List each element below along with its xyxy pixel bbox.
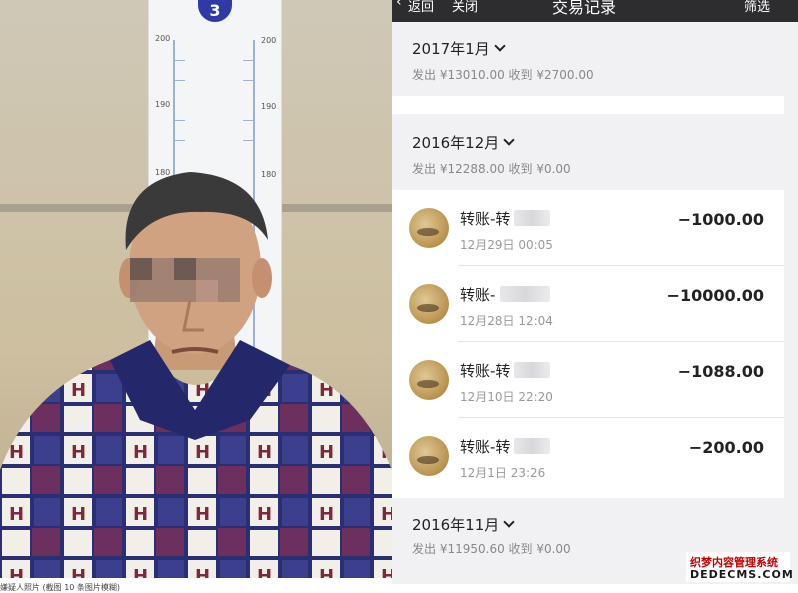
transaction-row[interactable]: 转账-转 12月1日 23:26 −200.00 xyxy=(392,418,784,494)
transaction-time: 12月10日 22:20 xyxy=(460,390,553,404)
back-chevron-icon[interactable]: ‹ xyxy=(396,0,402,10)
transaction-amount: −1000.00 xyxy=(677,210,764,229)
blurred-name xyxy=(514,210,550,226)
transaction-screen: ‹ 返回 关闭 交易记录 筛选 2017年1月 发出 ¥13010.00 收到 … xyxy=(392,0,798,584)
suspect-photo: 200 190 180 200 190 180 3 H xyxy=(0,0,392,584)
chevron-down-icon xyxy=(503,516,515,528)
transaction-name: 转账-转 xyxy=(460,210,511,228)
filter-button[interactable]: 筛选 xyxy=(744,0,770,15)
person-figure: H xyxy=(0,172,392,584)
transaction-time: 12月1日 23:26 xyxy=(460,466,546,480)
transaction-row[interactable]: 转账-转 12月10日 22:20 −1088.00 xyxy=(392,342,784,418)
close-button[interactable]: 关闭 xyxy=(452,0,478,15)
photo-caption: 嫌疑人照片 (截图 10 条图片模糊) xyxy=(0,583,121,592)
avatar xyxy=(409,436,449,476)
month-summary: 发出 ¥12288.00 收到 ¥0.00 xyxy=(412,162,571,176)
avatar xyxy=(409,360,449,400)
transaction-name: 转账-转 xyxy=(460,362,511,380)
month-summary: 发出 ¥11950.60 收到 ¥0.00 xyxy=(412,542,571,556)
transaction-name: 转账- xyxy=(460,286,496,304)
chevron-down-icon xyxy=(494,40,506,52)
blurred-name xyxy=(514,438,550,454)
page-title: 交易记录 xyxy=(552,0,617,17)
transaction-amount: −10000.00 xyxy=(666,286,764,305)
transaction-list: 转账-转 12月29日 00:05 −1000.00 转账- 12月28日 12… xyxy=(392,190,784,498)
month-title: 2017年1月 xyxy=(412,38,506,59)
watermark-line2: DEDECMS.COM xyxy=(690,568,794,581)
month-section-2017-01[interactable]: 2017年1月 发出 ¥13010.00 收到 ¥2700.00 xyxy=(392,22,784,96)
site-watermark: 织梦内容管理系统 DEDECMS.COM xyxy=(686,552,793,582)
transaction-amount: −200.00 xyxy=(688,438,764,457)
transaction-row[interactable]: 转账-转 12月29日 00:05 −1000.00 xyxy=(392,190,784,266)
avatar xyxy=(409,284,449,324)
transaction-name: 转账-转 xyxy=(460,438,511,456)
month-section-2016-12[interactable]: 2016年12月 发出 ¥12288.00 收到 ¥0.00 xyxy=(392,114,784,190)
transaction-time: 12月29日 00:05 xyxy=(460,238,553,252)
month-title: 2016年12月 xyxy=(412,132,515,153)
month-title: 2016年11月 xyxy=(412,514,515,535)
top-bar: ‹ 返回 关闭 交易记录 筛选 xyxy=(392,0,798,22)
transaction-amount: −1088.00 xyxy=(677,362,764,381)
chevron-down-icon xyxy=(503,134,515,146)
transaction-row[interactable]: 转账- 12月28日 12:04 −10000.00 xyxy=(392,266,784,342)
transaction-time: 12月28日 12:04 xyxy=(460,314,553,328)
month-summary: 发出 ¥13010.00 收到 ¥2700.00 xyxy=(412,68,594,82)
blurred-name xyxy=(514,362,550,378)
back-button[interactable]: 返回 xyxy=(408,0,434,15)
avatar xyxy=(409,208,449,248)
blurred-name xyxy=(500,286,550,302)
section-divider xyxy=(392,96,784,114)
